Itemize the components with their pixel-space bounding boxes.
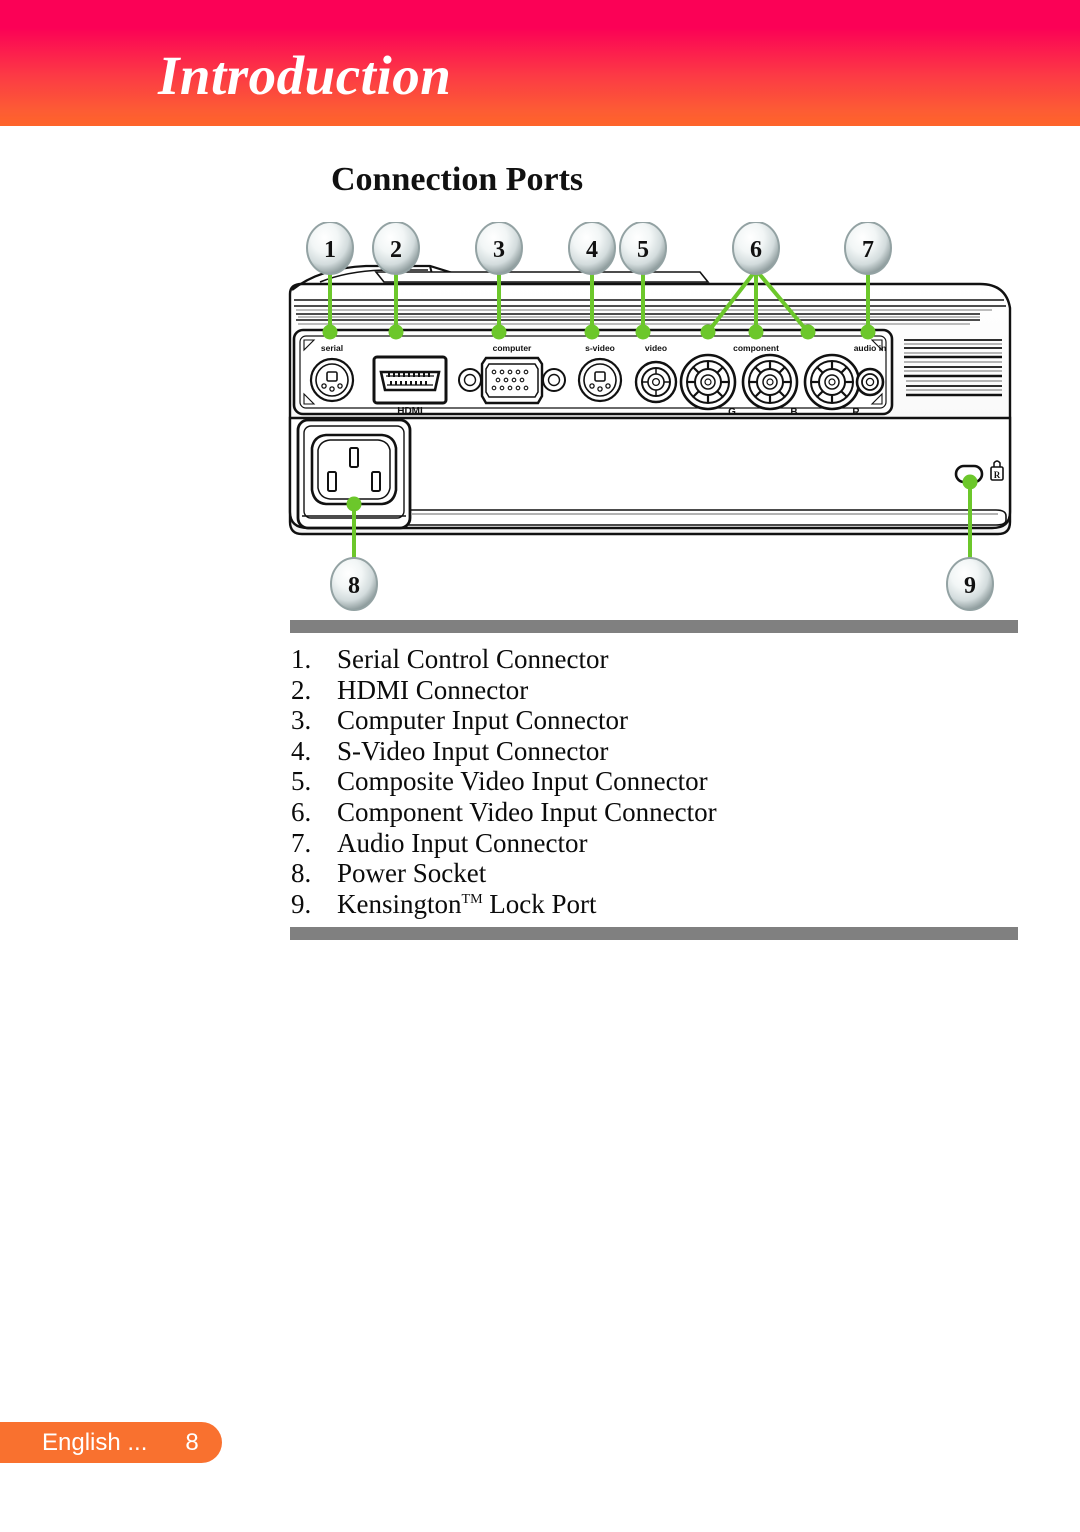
list-item-label-tail: Lock Port — [482, 888, 597, 919]
list-item-number: 4. — [291, 735, 312, 766]
list-item-label: Audio Input Connector — [337, 827, 588, 858]
svg-text:computer: computer — [493, 343, 532, 353]
list-item: 1. Serial Control Connector — [290, 644, 1018, 675]
svg-text:4: 4 — [586, 237, 598, 263]
list-item-number: 3. — [291, 705, 312, 736]
callout-3: 3 — [475, 222, 523, 275]
list-item: 4. S-Video Input Connector — [290, 736, 1018, 767]
callout-4: 4 — [568, 222, 616, 275]
svg-text:1: 1 — [324, 237, 336, 263]
list-item: 3. Computer Input Connector — [290, 705, 1018, 736]
list-item: 6. Component Video Input Connector — [290, 797, 1018, 828]
rule-top — [290, 620, 1018, 633]
callout-9: 9 — [946, 557, 994, 611]
callout-7: 7 — [844, 222, 892, 275]
svg-text:B: B — [790, 407, 797, 418]
svg-text:HDMI: HDMI — [397, 406, 423, 417]
page-footer: English ... 8 — [0, 1422, 222, 1463]
list-item-number: 8. — [291, 858, 312, 889]
callout-6: 6 — [732, 222, 780, 275]
chapter-title: Introduction — [158, 45, 452, 106]
list-item-label: KensingtonTM Lock Port — [337, 889, 597, 920]
list-item-label: Computer Input Connector — [337, 705, 628, 736]
svg-text:6: 6 — [750, 237, 762, 263]
callout-5: 5 — [619, 222, 667, 275]
svg-text:9: 9 — [964, 573, 976, 599]
list-item-number: 9. — [291, 888, 312, 919]
list-item: 9. KensingtonTM Lock Port — [290, 889, 1018, 920]
list-item: 2. HDMI Connector — [290, 675, 1018, 706]
rule-bottom — [290, 927, 1018, 941]
trademark-mark: TM — [461, 890, 483, 907]
svg-text:5: 5 — [637, 237, 649, 263]
svg-text:audio in: audio in — [854, 343, 887, 353]
list-item: 8. Power Socket — [290, 858, 1018, 889]
list-item-label: S-Video Input Connector — [337, 735, 609, 766]
list-item-number: 7. — [291, 827, 312, 858]
list-item: 5. Composite Video Input Connector — [290, 766, 1018, 797]
footer-page-number: 8 — [185, 1428, 199, 1456]
footer-language-label: English ... — [42, 1428, 148, 1456]
callout-8: 8 — [330, 557, 378, 611]
svg-text:component: component — [733, 343, 779, 353]
svg-text:serial: serial — [321, 343, 343, 353]
chapter-header-band: Introduction — [0, 0, 1080, 126]
connection-ports-diagram: serial HDMI computer s-video video compo… — [280, 222, 1020, 612]
vent-grille — [904, 339, 1002, 397]
list-item: 7. Audio Input Connector — [290, 828, 1018, 859]
list-item-number: 5. — [291, 766, 312, 797]
connector-legend: 1. Serial Control Connector 2. HDMI Conn… — [290, 620, 1018, 941]
svg-text:video: video — [645, 343, 667, 353]
list-item-label: Serial Control Connector — [337, 644, 609, 674]
svg-text:G: G — [728, 407, 736, 418]
connector-list: 1. Serial Control Connector 2. HDMI Conn… — [290, 644, 1018, 919]
list-item-number: 1. — [291, 644, 312, 674]
port-s-video: s-video — [577, 343, 623, 403]
svg-text:R: R — [994, 470, 1001, 480]
svg-text:8: 8 — [348, 573, 360, 599]
list-item-label-main: Kensington — [337, 888, 462, 919]
list-item-number: 2. — [291, 674, 312, 705]
list-item-label: Composite Video Input Connector — [337, 766, 708, 797]
svg-text:3: 3 — [493, 237, 505, 263]
callout-1: 1 — [306, 222, 354, 275]
list-item-label: HDMI Connector — [337, 674, 529, 705]
svg-text:s-video: s-video — [585, 343, 615, 353]
svg-text:2: 2 — [390, 237, 402, 263]
page-title: Connection Ports — [331, 161, 584, 198]
port-component: component G B R — [679, 343, 860, 418]
svg-text:R: R — [852, 407, 860, 418]
list-item-label: Power Socket — [337, 858, 487, 889]
callout-2: 2 — [372, 222, 420, 275]
svg-text:7: 7 — [862, 237, 874, 263]
list-item-label: Component Video Input Connector — [337, 796, 717, 827]
list-item-number: 6. — [291, 796, 312, 827]
